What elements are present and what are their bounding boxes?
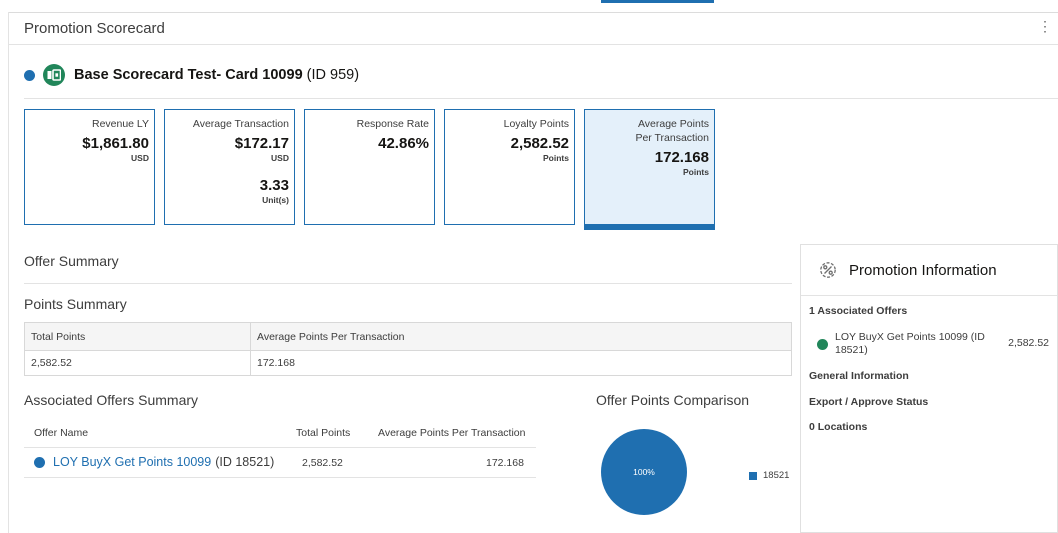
kpi-card-average-transaction[interactable]: Average Transaction $172.17 USD 3.33 Uni… — [164, 109, 295, 225]
header-divider — [8, 44, 1058, 45]
chart-legend: 18521 — [749, 470, 789, 481]
left-divider — [8, 12, 9, 533]
offer-summary-title: Offer Summary — [24, 253, 119, 269]
offers-row-divider — [24, 477, 536, 478]
column-header-total-points: Total Points — [24, 322, 251, 351]
promotion-information-title: Promotion Information — [849, 261, 997, 279]
status-dot-icon — [24, 69, 35, 81]
offer-average-points: 172.168 — [486, 457, 524, 469]
cell-total-points: 2,582.52 — [24, 350, 251, 376]
page-title: Promotion Scorecard — [24, 20, 165, 37]
offers-header-divider — [24, 447, 536, 448]
promotion-information-panel: Promotion Information 1 Associated Offer… — [800, 244, 1058, 533]
kpi-label: Revenue LY — [91, 118, 149, 130]
chart-title: Offer Points Comparison — [596, 392, 750, 408]
kpi-card-average-points-per-transaction[interactable]: Average Points Per Transaction 172.168 P… — [584, 109, 715, 230]
points-summary-title: Points Summary — [24, 296, 127, 312]
cell-average-points: 172.168 — [250, 350, 792, 376]
kpi-card-revenue-ly[interactable]: Revenue LY $1,861.80 USD — [24, 109, 155, 225]
kpi-label: Average Transaction — [192, 118, 289, 130]
offer-total-points: 2,582.52 — [302, 457, 343, 469]
scorecard-id: (ID 959) — [306, 67, 360, 83]
list-item: LOY BuyX Get Points 10099 (ID 18521) — [34, 455, 274, 469]
associated-offers-count[interactable]: 1 Associated Offers — [809, 305, 907, 317]
scorecard-card-icon — [43, 64, 65, 86]
general-information-link[interactable]: General Information — [809, 370, 909, 382]
more-options-icon[interactable]: ⋮ — [1038, 18, 1052, 35]
active-tab-indicator — [601, 0, 714, 3]
offer-status-dot-icon — [34, 456, 45, 468]
offer-id: (ID 18521) — [215, 455, 275, 469]
pie-chart: 100% — [601, 429, 687, 515]
scorecard-divider — [24, 98, 1058, 99]
kpi-unit: Points — [543, 153, 569, 163]
promotion-offer-points: 2,582.52 — [1008, 337, 1049, 349]
kpi-unit: USD — [131, 153, 149, 163]
kpi-value: $1,861.80 — [82, 135, 149, 152]
kpi-label: Loyalty Points — [503, 118, 569, 130]
kpi-card-response-rate[interactable]: Response Rate 42.86% — [304, 109, 435, 225]
kpi-secondary-value: 3.33 — [259, 177, 289, 194]
kpi-secondary-unit: Unit(s) — [262, 195, 289, 205]
kpi-card-loyalty-points[interactable]: Loyalty Points 2,582.52 Points — [444, 109, 575, 225]
legend-swatch — [749, 471, 757, 480]
scorecard-name: Base Scorecard Test- Card 10099 — [74, 67, 303, 83]
offer-active-dot-icon — [817, 339, 828, 350]
kpi-unit: Points — [683, 167, 709, 177]
column-header-average-points: Average Points Per Transaction — [250, 322, 792, 351]
legend-label: 18521 — [763, 470, 790, 481]
points-summary-table: Total Points Average Points Per Transact… — [24, 322, 792, 376]
kpi-label: Average Points Per Transaction — [635, 118, 709, 144]
top-divider — [8, 12, 1058, 13]
locations-link[interactable]: 0 Locations — [809, 421, 867, 433]
scorecard-heading: Base Scorecard Test- Card 10099 (ID 959) — [24, 64, 359, 86]
percent-gear-icon — [820, 262, 836, 278]
kpi-label: Response Rate — [356, 118, 429, 130]
selected-indicator-bar — [584, 224, 715, 230]
promotion-panel-divider — [801, 295, 1057, 296]
column-header-offer-name: Offer Name — [34, 427, 89, 439]
kpi-value: $172.17 — [234, 135, 289, 152]
kpi-value: 172.168 — [654, 149, 709, 166]
kpi-value: 42.86% — [378, 135, 429, 152]
table-row: 2,582.52 172.168 — [24, 350, 792, 376]
kpi-unit: USD — [271, 153, 289, 163]
export-approve-status-link[interactable]: Export / Approve Status — [809, 396, 928, 408]
column-header-average-points: Average Points Per Transaction — [378, 427, 526, 439]
associated-offers-title: Associated Offers Summary — [24, 392, 199, 408]
kpi-card-row: Revenue LY $1,861.80 USD Average Transac… — [24, 109, 724, 230]
scorecard-title: Base Scorecard Test- Card 10099 (ID 959) — [74, 67, 359, 83]
kpi-value: 2,582.52 — [510, 135, 569, 152]
pie-data-label: 100% — [633, 467, 655, 477]
column-header-total-points: Total Points — [296, 427, 351, 439]
offer-name-link[interactable]: LOY BuyX Get Points 10099 — [53, 455, 211, 469]
offer-summary-divider — [24, 283, 792, 284]
table-header-row: Total Points Average Points Per Transact… — [24, 322, 792, 351]
promotion-information-header: Promotion Information — [817, 259, 997, 281]
promotion-offer-name[interactable]: LOY BuyX Get Points 10099 (ID 18521) — [835, 331, 995, 357]
